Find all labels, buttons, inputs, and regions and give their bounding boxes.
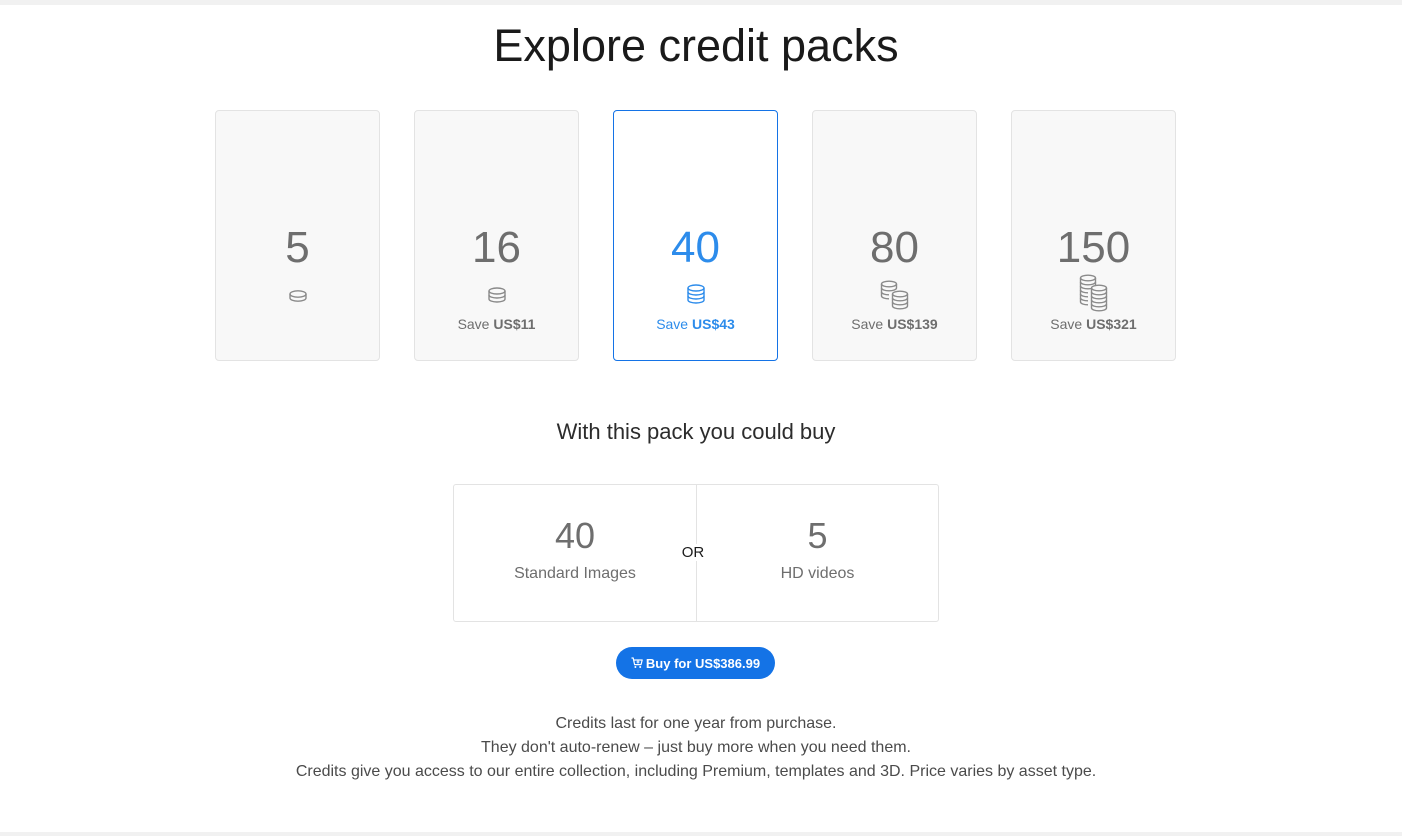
- pack-savings: Save US$321: [1050, 316, 1137, 332]
- pack-credit-count: 80: [870, 223, 919, 272]
- could-buy-heading: With this pack you could buy: [556, 419, 836, 444]
- standard-images-count: 40: [554, 515, 596, 556]
- standard-images-option: 40 Standard Images: [454, 485, 696, 621]
- pack-credit-count: 16: [472, 223, 521, 272]
- credit-terms-line: They don't auto-renew – just buy more wh…: [481, 739, 911, 756]
- pack-savings: Save US$11: [457, 316, 536, 332]
- top-divider: [0, 0, 1402, 5]
- credit-pack-5[interactable]: 5: [215, 110, 380, 361]
- credit-terms: Credits last for one year from purchase.…: [0, 712, 1392, 784]
- credit-pack-16[interactable]: 16 Save US$11: [414, 110, 579, 361]
- credit-pack-list: 5 16 Save US$11 40 Save US$43 80 Save US…: [215, 110, 1176, 361]
- bottom-divider: [0, 832, 1402, 836]
- pack-savings: Save US$43: [656, 316, 735, 332]
- pack-savings: Save US$139: [851, 316, 938, 332]
- credit-terms-line: Credits last for one year from purchase.: [555, 715, 837, 732]
- buy-button-label: Buy for US$386.99: [645, 655, 761, 671]
- credit-pack-80[interactable]: 80 Save US$139: [812, 110, 977, 361]
- hd-videos-label: HD videos: [780, 565, 855, 582]
- buy-button[interactable]: Buy for US$386.99: [616, 647, 775, 679]
- coin-stack-icon: [614, 284, 777, 306]
- hd-videos-option: 5 HD videos: [696, 485, 938, 621]
- standard-images-label: Standard Images: [514, 565, 636, 582]
- pack-credit-count: 40: [671, 223, 720, 272]
- pack-credit-count: 150: [1056, 223, 1131, 272]
- pack-credit-count: 5: [285, 223, 310, 272]
- credit-pack-40[interactable]: 40 Save US$43: [613, 110, 778, 361]
- double-coin-stack-icon: [813, 279, 976, 313]
- or-separator: OR: [676, 544, 710, 561]
- single-coin-icon: [216, 289, 379, 303]
- credit-terms-line: Credits give you access to our entire co…: [295, 763, 1097, 780]
- page-title: Explore credit packs: [493, 20, 899, 71]
- small-coin-stack-icon: [415, 287, 578, 305]
- hd-videos-count: 5: [807, 515, 828, 556]
- credit-pack-150[interactable]: 150 Save US$321: [1011, 110, 1176, 361]
- cart-icon: [631, 657, 643, 669]
- large-coin-stacks-icon: [1012, 274, 1175, 316]
